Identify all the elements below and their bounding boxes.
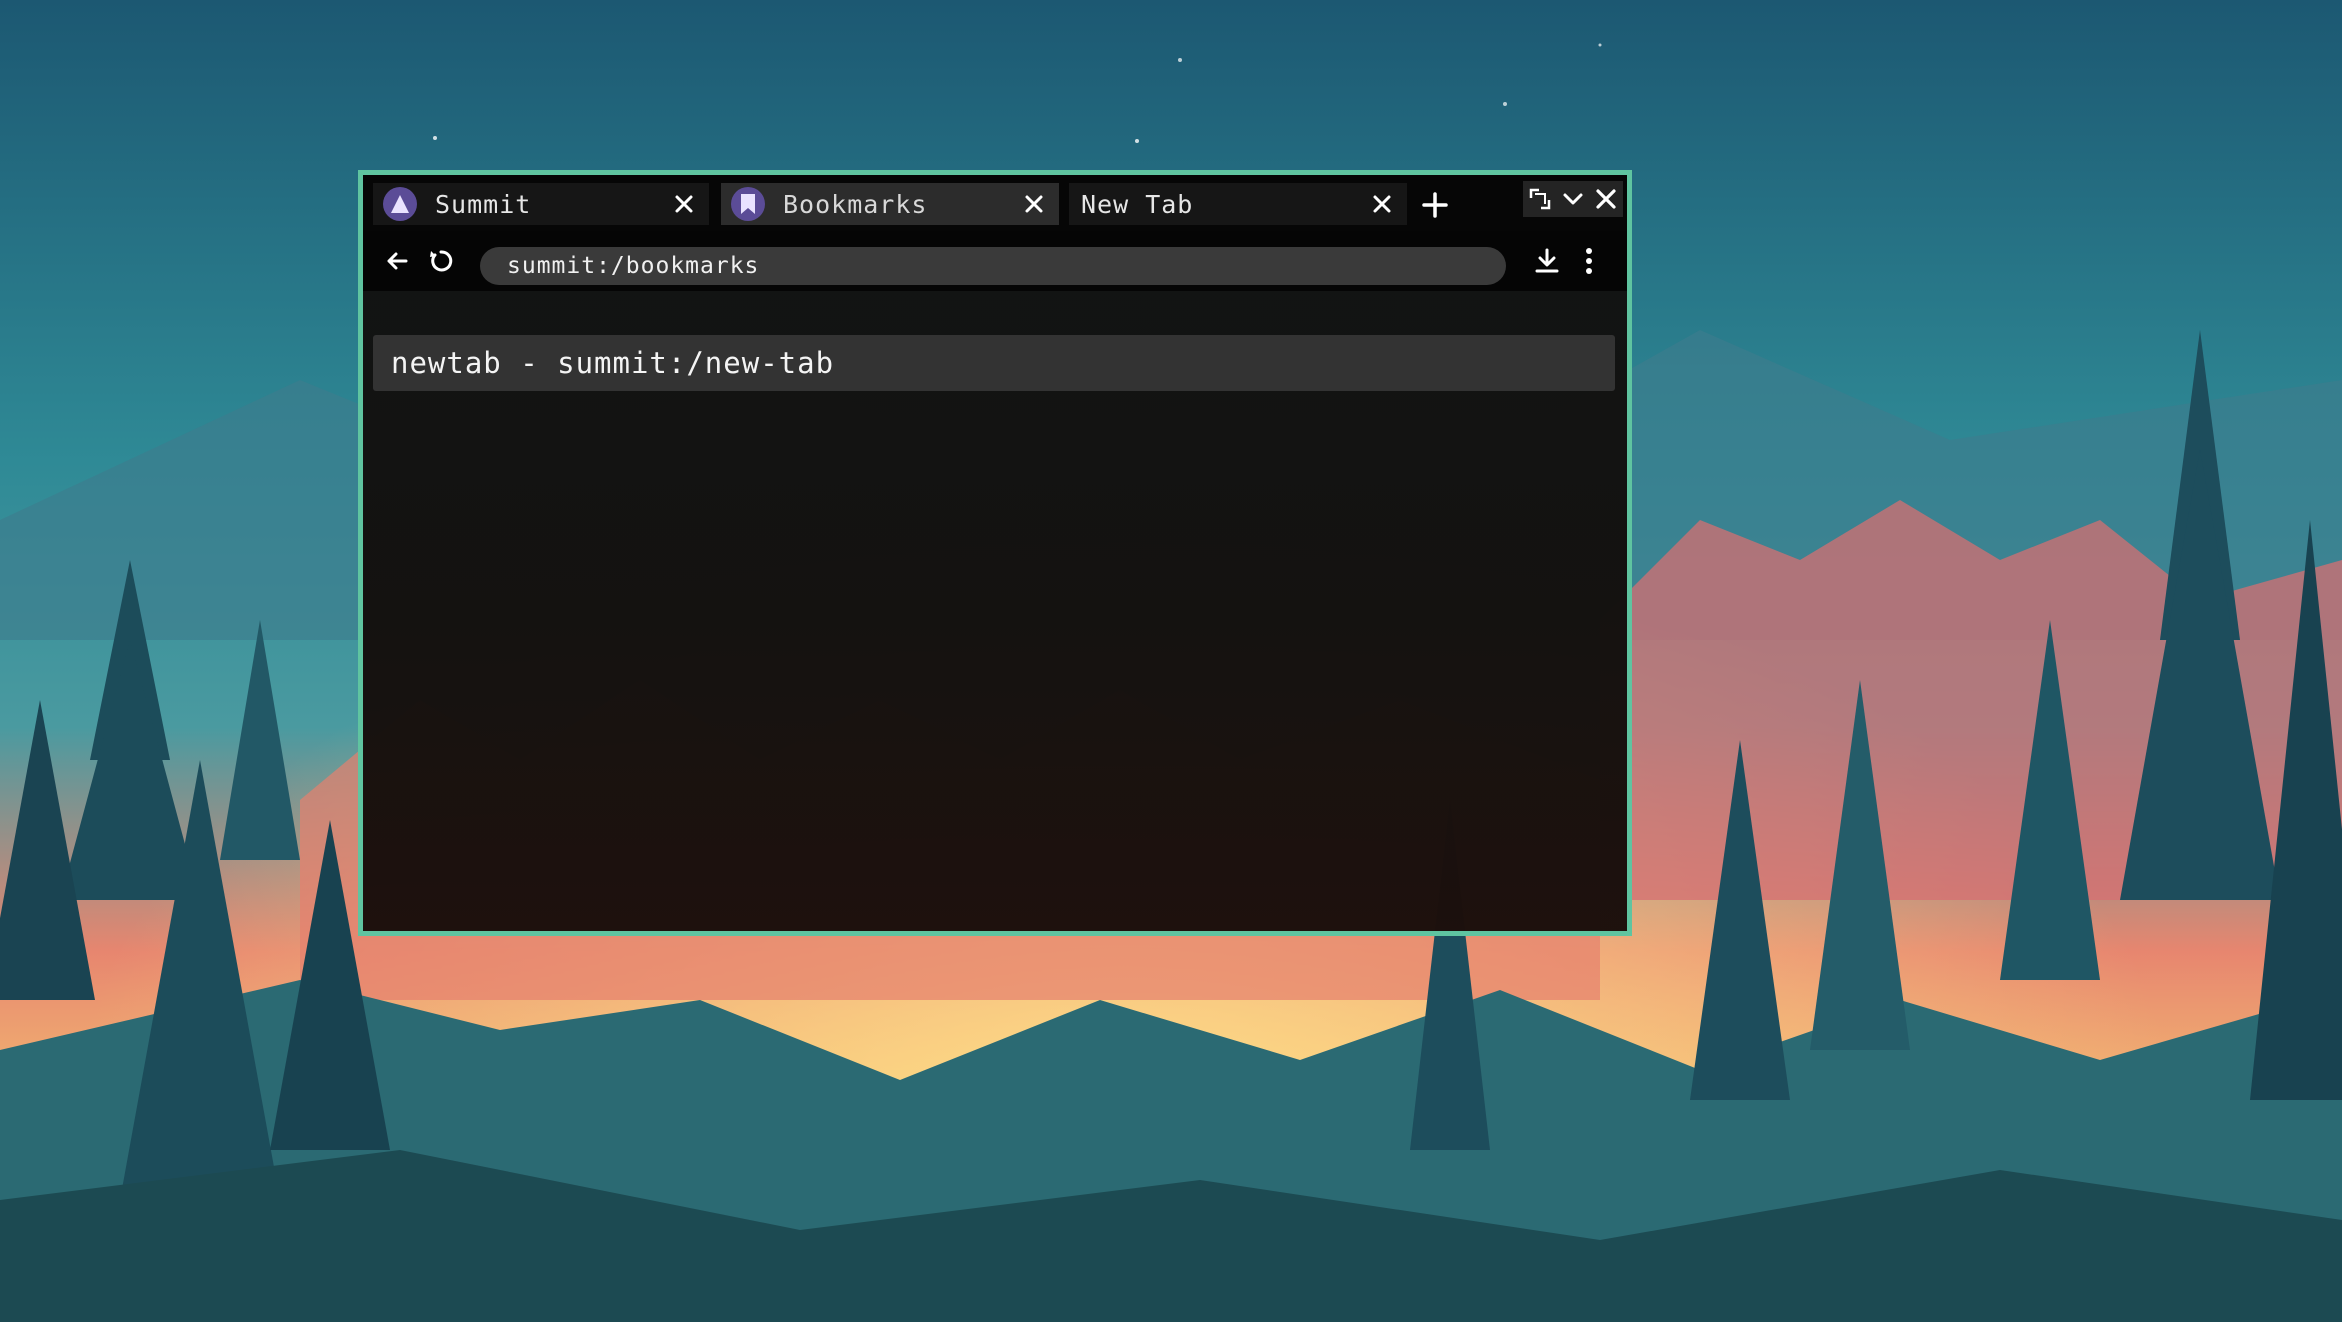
tab-strip: Summit Bookmarks New Tab [363, 175, 1627, 231]
back-button[interactable] [379, 243, 415, 279]
summit-logo-icon [383, 187, 417, 221]
restore-button[interactable] [1525, 184, 1555, 214]
tab-bookmarks[interactable]: Bookmarks [721, 183, 1059, 225]
tab-summit[interactable]: Summit [373, 183, 709, 225]
tab-title: Summit [435, 189, 532, 219]
close-icon[interactable] [1019, 189, 1049, 219]
close-icon [1596, 189, 1616, 209]
browser-window: Summit Bookmarks New Tab summit:/bookmar… [358, 170, 1632, 936]
close-icon[interactable] [1367, 189, 1397, 219]
reload-icon [430, 250, 453, 272]
window-controls [1523, 181, 1623, 217]
arrow-left-icon [387, 252, 408, 270]
downloads-button[interactable] [1529, 243, 1565, 279]
minimize-button[interactable] [1558, 184, 1588, 214]
new-tab-button[interactable] [1417, 187, 1453, 223]
download-icon [1535, 248, 1559, 273]
plus-icon [1422, 192, 1448, 218]
close-window-button[interactable] [1591, 184, 1621, 214]
bookmark-icon [731, 187, 765, 221]
menu-button[interactable] [1571, 243, 1607, 279]
more-vertical-icon [1586, 248, 1592, 274]
reload-button[interactable] [423, 243, 459, 279]
bookmark-item[interactable]: newtab - summit:/new-tab [373, 335, 1615, 391]
tab-title: Bookmarks [783, 189, 928, 219]
address-bar[interactable]: summit:/bookmarks [480, 247, 1506, 285]
chevron-down-icon [1563, 193, 1583, 205]
restore-icon [1529, 188, 1550, 210]
tab-title: New Tab [1081, 189, 1194, 219]
navigation-bar: summit:/bookmarks [363, 231, 1627, 291]
close-icon[interactable] [669, 189, 699, 219]
tab-new-tab[interactable]: New Tab [1069, 183, 1407, 225]
